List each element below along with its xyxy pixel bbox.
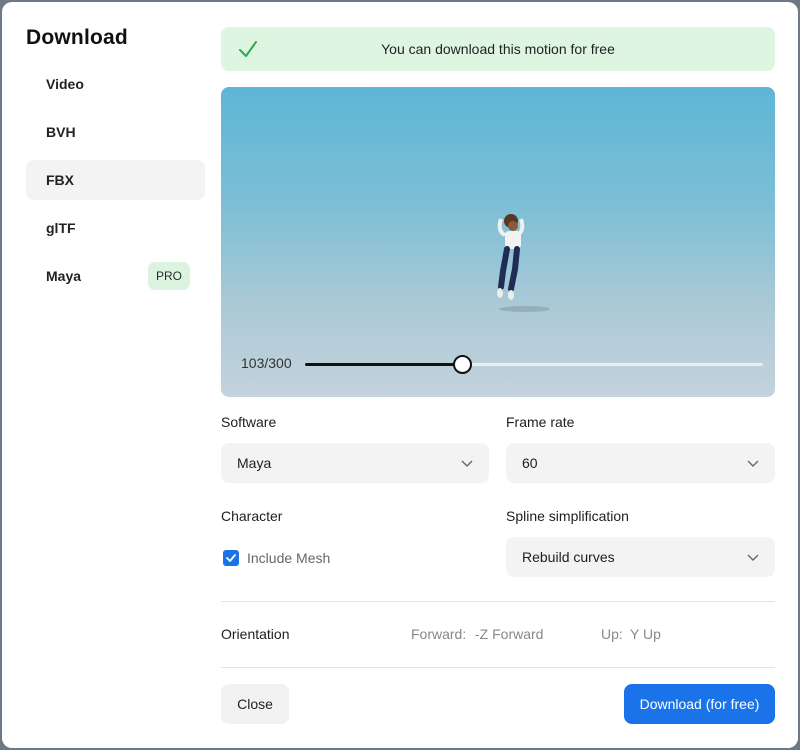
timeline-progress [305, 363, 463, 366]
sidebar-item-fbx[interactable]: FBX [26, 160, 205, 200]
up-value: Y Up [630, 626, 661, 642]
frame-rate-select[interactable]: 60 [506, 443, 775, 483]
chevron-down-icon [747, 460, 759, 467]
spline-simplification-select[interactable]: Rebuild curves [506, 537, 775, 577]
chevron-down-icon [747, 554, 759, 561]
banner-text: You can download this motion for free [381, 41, 615, 57]
sidebar-item-label: Video [46, 76, 84, 92]
frame-rate-value: 60 [522, 455, 538, 471]
sidebar-item-video[interactable]: Video [26, 64, 205, 104]
sidebar-item-label: BVH [46, 124, 76, 140]
sidebar-item-bvh[interactable]: BVH [26, 112, 205, 152]
sidebar-item-label: Maya [46, 268, 82, 284]
sidebar-item-label: FBX [46, 172, 74, 188]
spline-simplification-label: Spline simplification [506, 508, 629, 524]
software-value: Maya [237, 455, 272, 471]
up-key: Up: [601, 626, 623, 642]
forward-key: Forward: [411, 626, 467, 642]
close-button[interactable]: Close [221, 684, 289, 724]
free-download-banner: You can download this motion for free [221, 27, 775, 71]
character-figure [497, 214, 549, 312]
divider [221, 667, 775, 668]
checkmark-icon [226, 554, 236, 562]
character-label: Character [221, 508, 283, 524]
timeline-scrubber-handle[interactable] [452, 355, 472, 374]
frame-counter: 103/300 [241, 355, 292, 371]
include-mesh-checkbox[interactable] [223, 550, 239, 566]
spline-simplification-value: Rebuild curves [522, 549, 615, 565]
sidebar-item-maya[interactable]: Maya PRO [26, 256, 205, 296]
download-button[interactable]: Download (for free) [624, 684, 775, 724]
software-select[interactable]: Maya [221, 443, 489, 483]
dialog-title: Download [26, 26, 128, 49]
download-dialog: Download Video BVH FBX glTF Maya PRO You… [2, 2, 798, 748]
sidebar-item-label: glTF [46, 220, 76, 236]
motion-preview[interactable]: 103/300 [221, 87, 775, 397]
divider [221, 601, 775, 602]
pro-badge: PRO [148, 262, 190, 290]
checkmark-icon [239, 41, 257, 57]
chevron-down-icon [461, 460, 473, 467]
include-mesh-label[interactable]: Include Mesh [247, 550, 330, 566]
forward-value: -Z Forward [475, 626, 544, 642]
frame-rate-label: Frame rate [506, 414, 575, 430]
sidebar-item-gltf[interactable]: glTF [26, 208, 205, 248]
orientation-label: Orientation [221, 626, 290, 642]
software-label: Software [221, 414, 277, 430]
